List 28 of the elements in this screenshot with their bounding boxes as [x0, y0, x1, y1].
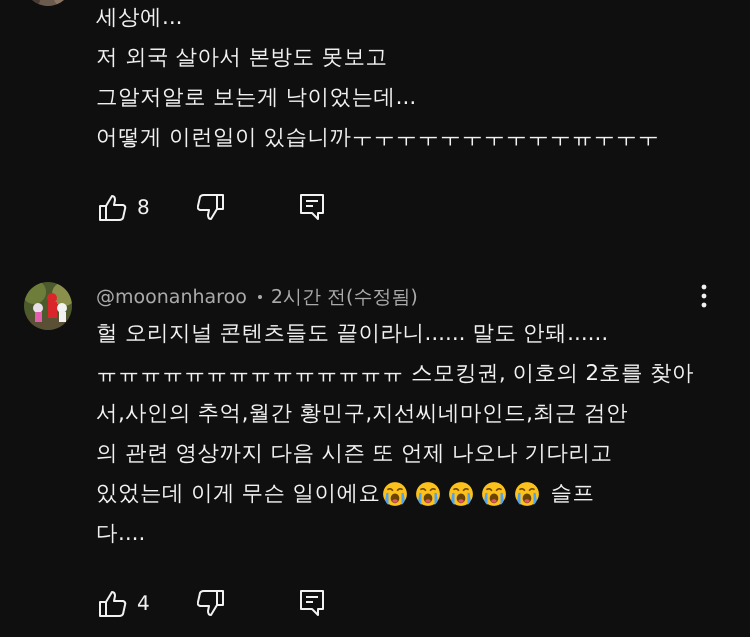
- reply-icon[interactable]: [299, 193, 325, 221]
- like-count: 8: [137, 195, 151, 219]
- username[interactable]: @moonanharoo: [96, 286, 247, 308]
- dislike-icon[interactable]: [197, 589, 225, 617]
- like-icon[interactable]: [98, 588, 127, 618]
- reply-icon[interactable]: [299, 589, 325, 617]
- comment-text: 어떻게 이런일이 있습니까ㅜㅜㅜㅜㅜㅜㅜㅜㅜㅜㅠㅜㅜㅜ: [96, 124, 661, 152]
- crying-face-icon: [480, 481, 507, 507]
- comment-text: 저 외국 살아서 본방도 못보고: [96, 44, 388, 72]
- comment-text: 세상에...: [96, 4, 184, 32]
- timestamp: 2시간 전(수정됨): [270, 285, 418, 310]
- crying-face-icon: [414, 481, 441, 507]
- comment-text: 슬프: [550, 480, 595, 508]
- crying-face-icon: [382, 481, 408, 507]
- like-count: 4: [137, 591, 151, 615]
- crying-face-icon: [514, 481, 540, 507]
- like-icon[interactable]: [98, 192, 127, 222]
- comment-text: 있었는데 이게 무슨 일이에요: [96, 480, 381, 508]
- comment-text: 헐 오리지널 콘텐츠들도 끝이라니...... 말도 안돼......: [96, 320, 610, 348]
- comment-text: ㅠㅠㅠㅠㅠㅠㅠㅠㅠㅠㅠㅠㅠㅠ 스모킹권, 이호의 2호를 찾아: [96, 360, 695, 388]
- comment-text: 서,사인의 추억,월간 황민구,지선씨네마인드,최근 검안: [96, 400, 629, 428]
- separator-dot: [258, 295, 262, 299]
- comment-text: 다....: [96, 520, 146, 548]
- comment-text: 그알저알로 보는게 낙이었는데...: [96, 84, 418, 112]
- comment-text: 의 관련 영상까지 다음 시즌 또 언제 나오나 기다리고: [96, 440, 614, 468]
- dislike-icon[interactable]: [197, 193, 225, 221]
- more-menu-icon[interactable]: [701, 284, 707, 308]
- crying-face-icon: [448, 481, 474, 507]
